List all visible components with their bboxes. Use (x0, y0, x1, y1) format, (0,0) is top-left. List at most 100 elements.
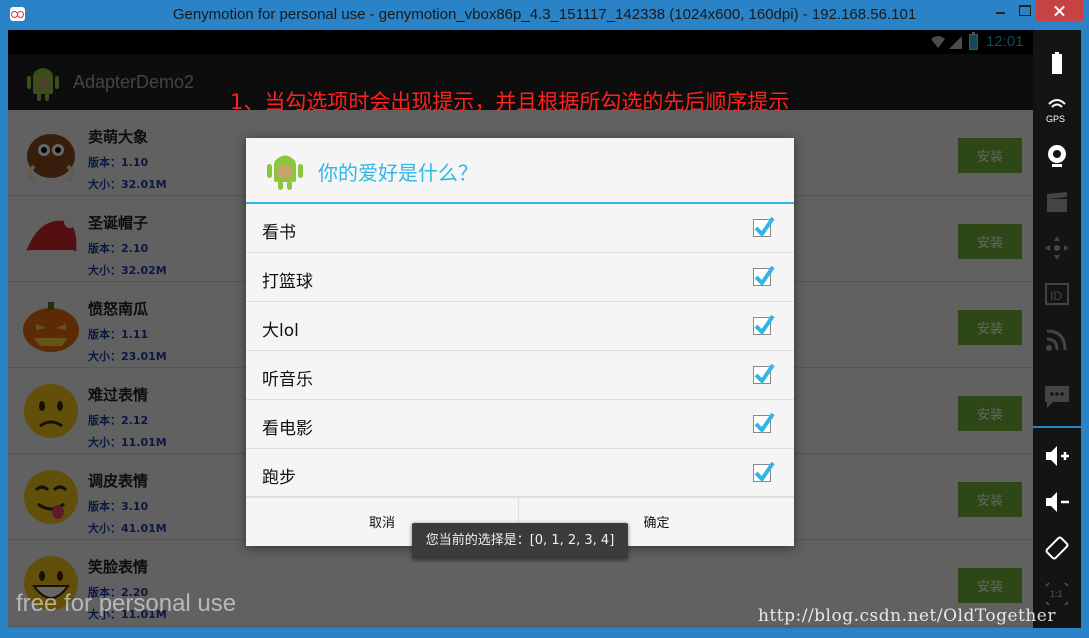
install-button[interactable]: 安装 (958, 310, 1022, 345)
option-label: 打篮球 (262, 272, 313, 292)
sad-face-icon (24, 384, 78, 438)
install-button[interactable]: 安装 (958, 568, 1022, 603)
dialog-header: 你的爱好是什么？ (246, 138, 794, 204)
volume-down-button[interactable] (1033, 480, 1081, 524)
remote-control-button[interactable] (1033, 226, 1081, 270)
volume-up-icon (1046, 446, 1069, 466)
app-version: 版本：2.10 (88, 242, 149, 255)
checkmark-icon (754, 265, 775, 287)
option-label: 看电影 (262, 419, 313, 439)
signal-icon (949, 36, 962, 49)
status-clock: 12:01 (986, 33, 1024, 50)
screencast-widget-button[interactable] (1033, 180, 1081, 224)
clapperboard-icon (1047, 192, 1067, 212)
install-button[interactable]: 安装 (958, 138, 1022, 173)
checkmark-icon (754, 314, 775, 336)
install-button[interactable]: 安装 (958, 396, 1022, 431)
option-row[interactable]: 跑步 (246, 449, 794, 498)
option-checkbox[interactable] (753, 265, 775, 287)
option-checkbox[interactable] (753, 216, 775, 238)
app-size: 大小：32.01M (88, 178, 167, 191)
option-label: 跑步 (262, 468, 296, 488)
volume-up-button[interactable] (1033, 434, 1081, 478)
checkmark-icon (754, 363, 775, 385)
dialog-title: 你的爱好是什么？ (318, 161, 478, 185)
close-button[interactable] (1036, 0, 1083, 21)
app-name: 难过表情 (88, 386, 149, 404)
option-label: 看书 (262, 223, 296, 243)
svg-text:GPS: GPS (1046, 114, 1065, 124)
option-checkbox[interactable] (753, 412, 775, 434)
personal-use-watermark: free for personal use (16, 590, 237, 617)
wifi-icon (931, 36, 945, 48)
device-id-button[interactable]: ID (1033, 272, 1081, 316)
santa-hat-icon (24, 216, 78, 262)
option-checkbox[interactable] (753, 461, 775, 483)
rotate-icon (1045, 536, 1069, 560)
option-row[interactable]: 大lol (246, 302, 794, 351)
app-name: 调皮表情 (88, 472, 149, 490)
app-version: 版本：1.11 (88, 328, 149, 341)
option-label: 大lol (262, 321, 299, 341)
install-button[interactable]: 安装 (958, 482, 1022, 517)
sms-button[interactable] (1033, 374, 1081, 418)
genymotion-toolbar: GPS ID 1:1 (1033, 30, 1081, 628)
app-size: 大小：23.01M (88, 350, 167, 363)
checkmark-icon (754, 412, 775, 434)
blog-url-watermark: http://blog.csdn.net/OldTogether (758, 606, 1056, 626)
gps-widget-button[interactable]: GPS (1033, 88, 1081, 132)
app-name: 愤怒南瓜 (88, 300, 149, 318)
battery-widget-button[interactable] (1033, 42, 1081, 86)
svg-text:ID: ID (1050, 289, 1062, 303)
minimize-button[interactable] (988, 0, 1012, 21)
app-name: 圣诞帽子 (88, 214, 149, 232)
app-name: 卖萌大象 (88, 128, 149, 146)
checkmark-icon (754, 461, 775, 483)
id-icon: ID (1045, 283, 1069, 305)
pumpkin-icon (23, 302, 79, 352)
window-titlebar: Genymotion for personal use - genymotion… (0, 0, 1089, 30)
android-screen: 12:01 AdapterDemo2 卖萌大象 版本：1.10 大小：32.01… (8, 30, 1033, 628)
app-version: 版本：1.10 (88, 156, 149, 169)
android-app-icon (27, 68, 59, 101)
toolbar-separator (1033, 426, 1081, 428)
dpad-icon (1045, 236, 1069, 260)
option-checkbox[interactable] (753, 363, 775, 385)
app-size: 大小：11.01M (88, 436, 167, 449)
option-label: 听音乐 (262, 370, 313, 390)
android-icon (267, 155, 303, 190)
hobby-dialog: 你的爱好是什么？ 看书 打篮球 大lol 听音乐 看电影 跑步 取消 确定 (246, 138, 794, 546)
option-row[interactable]: 听音乐 (246, 351, 794, 400)
app-name: 笑脸表情 (88, 558, 149, 576)
window-title: Genymotion for personal use - genymotion… (172, 6, 917, 23)
app-size: 大小：32.02M (88, 264, 167, 277)
network-button[interactable] (1033, 318, 1081, 362)
option-row[interactable]: 看书 (246, 204, 794, 253)
selection-toast: 您当前的选择是：[0, 1, 2, 3, 4] (412, 523, 628, 559)
tongue-face-icon (24, 470, 78, 524)
scale-icon: 1:1 (1045, 582, 1069, 606)
volume-down-icon (1046, 492, 1069, 512)
option-row[interactable]: 打篮球 (246, 253, 794, 302)
app-title: AdapterDemo2 (73, 72, 195, 92)
rss-icon (1046, 329, 1067, 351)
app-version: 版本：2.12 (88, 414, 149, 427)
checkmark-icon (754, 216, 775, 238)
webcam-icon (1048, 145, 1066, 167)
status-bar: 12:01 (8, 30, 1033, 54)
app-size: 大小：41.01M (88, 522, 167, 535)
app-version: 版本：3.10 (88, 500, 149, 513)
option-row[interactable]: 看电影 (246, 400, 794, 449)
mammoth-icon (27, 134, 75, 182)
svg-text:1:1: 1:1 (1050, 589, 1063, 599)
rotate-button[interactable] (1033, 526, 1081, 570)
battery-icon (969, 32, 978, 50)
battery-icon (1052, 52, 1062, 74)
gps-icon: GPS (1046, 99, 1066, 124)
maximize-button[interactable] (1012, 0, 1036, 21)
camera-widget-button[interactable] (1033, 134, 1081, 178)
annotation-text: 1、当勾选项时会出现提示，并且根据所勾选的先后顺序提示 (230, 90, 790, 114)
option-checkbox[interactable] (753, 314, 775, 336)
install-button[interactable]: 安装 (958, 224, 1022, 259)
message-icon (1045, 386, 1069, 408)
